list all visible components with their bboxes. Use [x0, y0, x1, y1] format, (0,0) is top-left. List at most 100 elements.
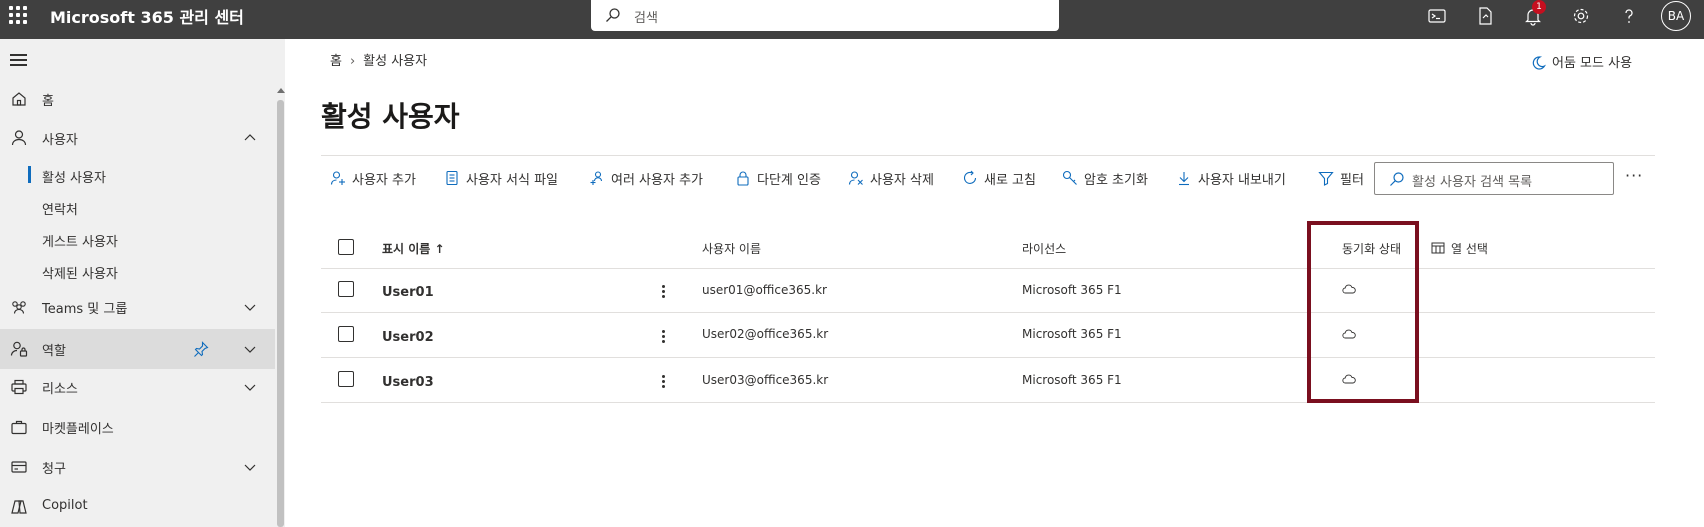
- help-icon[interactable]: [1619, 6, 1639, 26]
- row-username: User03@office365.kr: [702, 373, 829, 387]
- more-options-button[interactable]: ···: [1625, 166, 1643, 185]
- row-license: Microsoft 365 F1: [1022, 283, 1122, 297]
- lock-icon: [737, 171, 749, 186]
- refresh-button[interactable]: 새로 고침: [962, 166, 1036, 190]
- delete-user-button[interactable]: 사용자 삭제: [848, 166, 934, 190]
- menu-toggle-icon[interactable]: [10, 54, 27, 66]
- chevron-down-icon[interactable]: [244, 381, 256, 393]
- delete-person-icon: [848, 171, 863, 185]
- notification-badge: 1: [1532, 0, 1546, 14]
- avatar[interactable]: BA: [1661, 1, 1691, 31]
- gear-icon[interactable]: [1571, 6, 1591, 26]
- briefcase-icon: [11, 420, 27, 435]
- sidebar-item-resources[interactable]: 리소스: [0, 369, 275, 405]
- divider: [321, 155, 1655, 156]
- mfa-button[interactable]: 다단계 인증: [735, 166, 821, 190]
- breadcrumb-home[interactable]: 홈: [330, 54, 342, 69]
- delete-user-label: 사용자 삭제: [870, 172, 934, 188]
- row-display-name[interactable]: User03: [382, 375, 434, 390]
- row-checkbox[interactable]: [338, 371, 354, 387]
- row-display-name[interactable]: User01: [382, 285, 434, 300]
- page-title: 활성 사용자: [321, 100, 460, 133]
- export-users-label: 사용자 내보내기: [1198, 172, 1286, 188]
- sync-status-highlight-box: [1307, 221, 1419, 403]
- column-header-display-name[interactable]: 표시 이름 ↑: [382, 240, 445, 257]
- billing-icon: [11, 461, 27, 473]
- filter-button[interactable]: 필터: [1318, 166, 1364, 190]
- breadcrumb-current: 활성 사용자: [363, 54, 428, 69]
- sidebar-item-home[interactable]: 홈: [0, 81, 275, 117]
- sidebar-item-billing[interactable]: 청구: [0, 449, 275, 485]
- refresh-icon: [963, 170, 977, 184]
- divider: [321, 357, 1655, 358]
- row-license: Microsoft 365 F1: [1022, 373, 1122, 387]
- home-icon: [12, 92, 26, 106]
- sidebar: 홈 사용자 활성 사용자 연락처 게스트 사용자 삭제된 사용자 Teams 및…: [0, 39, 275, 527]
- top-bar: Microsoft 365 관리 센터 검색 1 BA: [0, 0, 1704, 39]
- chevron-down-icon[interactable]: [244, 301, 256, 313]
- sidebar-subitem-active-users[interactable]: 활성 사용자: [0, 161, 275, 189]
- reset-password-label: 암호 초기화: [1084, 172, 1148, 188]
- row-checkbox[interactable]: [338, 281, 354, 297]
- pin-icon[interactable]: [193, 341, 209, 357]
- add-user-button[interactable]: 사용자 추가: [330, 166, 416, 190]
- breadcrumb: 홈 › 활성 사용자: [330, 50, 427, 69]
- user-template-button[interactable]: 사용자 서식 파일: [444, 166, 558, 190]
- sidebar-item-label: 리소스: [42, 382, 78, 397]
- sidebar-item-teams-groups[interactable]: Teams 및 그룹: [0, 289, 275, 325]
- sidebar-item-roles[interactable]: 역할: [0, 329, 275, 369]
- active-users-search-placeholder: 활성 사용자 검색 목록: [1412, 175, 1533, 190]
- sidebar-subitem-contacts[interactable]: 연락처: [0, 193, 275, 221]
- scroll-up-arrow-icon[interactable]: [277, 88, 285, 93]
- filter-label: 필터: [1340, 172, 1364, 188]
- sidebar-subitem-label: 활성 사용자: [42, 171, 106, 186]
- terminal-icon[interactable]: [1427, 6, 1447, 26]
- chevron-down-icon[interactable]: [244, 343, 256, 355]
- row-checkbox[interactable]: [338, 326, 354, 342]
- row-username: User02@office365.kr: [702, 327, 829, 341]
- dark-mode-toggle[interactable]: 어둠 모드 사용: [1530, 52, 1632, 71]
- row-display-name[interactable]: User02: [382, 330, 434, 345]
- document-sync-icon[interactable]: [1475, 6, 1495, 26]
- row-more-icon[interactable]: [662, 285, 666, 301]
- column-header-license[interactable]: 라이선스: [1022, 240, 1066, 257]
- row-more-icon[interactable]: [662, 375, 666, 391]
- choose-columns-button[interactable]: 열 선택: [1431, 240, 1488, 257]
- global-search-input[interactable]: 검색: [591, 0, 1059, 31]
- global-search-placeholder: 검색: [634, 11, 658, 26]
- moon-icon: [1532, 56, 1547, 70]
- sidebar-subitem-guest-users[interactable]: 게스트 사용자: [0, 225, 275, 253]
- active-users-search-input[interactable]: 활성 사용자 검색 목록: [1374, 162, 1614, 195]
- selected-indicator: [28, 166, 31, 183]
- sidebar-item-label: 홈: [42, 94, 54, 109]
- reset-password-button[interactable]: 암호 초기화: [1062, 166, 1148, 190]
- sidebar-item-label: 청구: [42, 462, 66, 477]
- sidebar-subitem-deleted-users[interactable]: 삭제된 사용자: [0, 257, 275, 285]
- person-icon: [11, 130, 27, 146]
- row-username: user01@office365.kr: [702, 283, 827, 297]
- sidebar-item-copilot[interactable]: Copilot: [0, 489, 275, 525]
- add-multiple-users-button[interactable]: 여러 사용자 추가: [589, 166, 703, 190]
- app-launcher-icon[interactable]: [9, 6, 27, 24]
- sidebar-subitem-label: 삭제된 사용자: [42, 267, 118, 282]
- chevron-up-icon[interactable]: [244, 132, 256, 144]
- download-icon: [1179, 172, 1189, 186]
- chevron-down-icon[interactable]: [244, 461, 256, 473]
- filter-icon: [1318, 171, 1334, 186]
- refresh-label: 새로 고침: [984, 172, 1036, 188]
- sidebar-item-label: 사용자: [42, 133, 78, 148]
- select-all-checkbox[interactable]: [338, 239, 354, 255]
- sidebar-scrollbar-thumb[interactable]: [277, 100, 284, 527]
- add-user-label: 사용자 추가: [352, 172, 416, 188]
- divider: [321, 268, 1655, 269]
- choose-columns-label: 열 선택: [1451, 242, 1488, 256]
- column-header-username[interactable]: 사용자 이름: [702, 240, 761, 257]
- copilot-icon: [11, 500, 27, 514]
- document-list-icon: [446, 170, 458, 186]
- sidebar-item-marketplace[interactable]: 마켓플레이스: [0, 409, 275, 445]
- row-more-icon[interactable]: [662, 330, 666, 346]
- sidebar-item-users[interactable]: 사용자: [0, 120, 275, 156]
- app-title[interactable]: Microsoft 365 관리 센터: [50, 4, 244, 28]
- group-icon: [12, 301, 26, 314]
- export-users-button[interactable]: 사용자 내보내기: [1176, 166, 1286, 190]
